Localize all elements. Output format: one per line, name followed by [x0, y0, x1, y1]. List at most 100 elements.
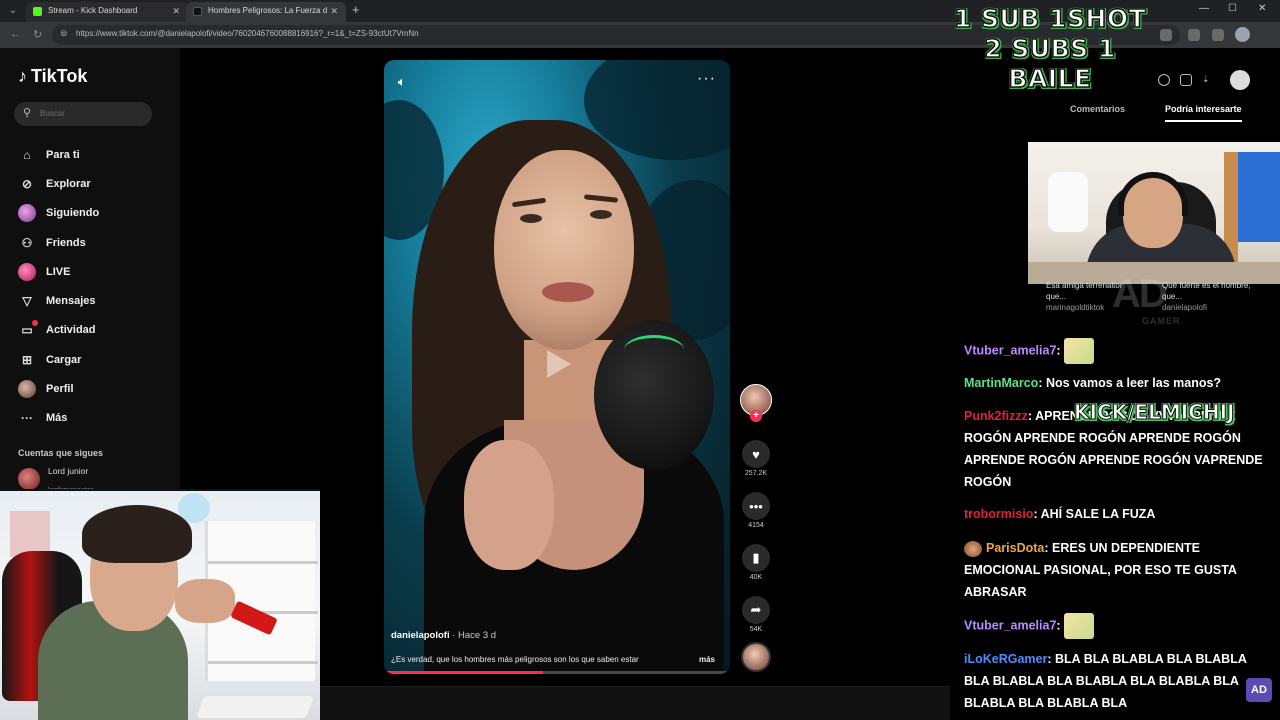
share-count: 54K: [749, 626, 763, 633]
reload-icon[interactable]: ↻: [33, 28, 42, 41]
music-disc[interactable]: [741, 642, 771, 672]
messages-icon: ▽: [22, 294, 32, 309]
more-options-icon[interactable]: ···: [697, 70, 716, 88]
heart-icon: ♥: [742, 440, 770, 468]
ad-logo-icon: AD: [1246, 678, 1272, 702]
tab-close-icon[interactable]: ✕: [172, 2, 180, 20]
headphones: [1118, 172, 1188, 216]
device-icon[interactable]: [1180, 74, 1192, 86]
woman-eye: [590, 210, 612, 219]
notification-badge: [32, 319, 38, 326]
sidebar-item-actividad[interactable]: ▭ Actividad: [18, 316, 99, 345]
room-lamp: [1048, 172, 1088, 232]
new-tab-button[interactable]: +: [352, 2, 360, 17]
chat-username: ParisDota: [986, 541, 1045, 555]
play-icon[interactable]: [547, 350, 571, 378]
sidebar-item-mas[interactable]: ··· Más: [18, 404, 99, 433]
extension-icon[interactable]: [1188, 29, 1200, 41]
followed-account-avatar: [18, 468, 40, 490]
tiktok-favicon-icon: [193, 7, 202, 16]
bookmark-icon: ▮: [742, 544, 770, 572]
site-info-icon[interactable]: ⊜: [60, 28, 68, 39]
chat-username: trobormisio: [964, 507, 1034, 521]
sidebar-item-friends[interactable]: ⚇ Friends: [18, 228, 99, 257]
right-tabs: Comentarios Podría interesarte: [1040, 104, 1280, 128]
search-input[interactable]: ⚲ Buscar: [14, 102, 152, 126]
video-progress-bar[interactable]: [384, 671, 730, 674]
suggestion-item[interactable]: Qué fuerte es el hombre, que... danielap…: [1162, 280, 1257, 313]
chat-text: AHÍ SALE LA FUZA: [1040, 507, 1156, 521]
streamer-hair: [82, 505, 192, 563]
sidebar-item-siguiendo[interactable]: Siguiendo: [18, 199, 99, 228]
maximize-button[interactable]: ☐: [1228, 3, 1237, 14]
following-avatar-icon: [18, 204, 36, 223]
author-name[interactable]: danielapolofi: [391, 630, 450, 641]
settings-icon[interactable]: [1158, 74, 1170, 86]
chat-text: Nos vamos a leer las manos?: [1045, 376, 1222, 390]
sidebar-item-mensajes[interactable]: ▽ Mensajes: [18, 286, 99, 315]
user-badge-icon: [964, 540, 982, 557]
browser-profile-avatar[interactable]: [1235, 27, 1250, 42]
friends-icon: ⚇: [21, 235, 33, 250]
tab-comentarios[interactable]: Comentarios: [1070, 104, 1125, 120]
sidebar-item-explorar[interactable]: ⊘ Explorar: [18, 169, 99, 198]
sidebar-item-label: Perfil: [46, 383, 74, 396]
comment-button[interactable]: ••• 4154: [740, 492, 772, 529]
favorites-icon[interactable]: [1212, 29, 1224, 41]
chat-emote-icon: [1064, 613, 1095, 639]
tab-podria-interesarte[interactable]: Podría interesarte: [1165, 104, 1242, 122]
tiktok-note-icon: ♪: [18, 66, 27, 86]
search-icon: ⚲: [23, 107, 32, 119]
follow-plus-icon[interactable]: +: [750, 410, 762, 422]
video-player[interactable]: 🔈︎ ··· danielapolofi · Hace 3 d ¿Es verd…: [384, 60, 730, 674]
woman-eye: [520, 214, 542, 223]
keyboard: [195, 696, 315, 718]
sidebar-item-perfil[interactable]: Perfil: [18, 374, 99, 403]
followed-account-name: Lord junior: [48, 466, 89, 476]
chat-username: Vtuber_amelia7: [964, 343, 1057, 358]
sidebar-item-cargar[interactable]: ⊞ Cargar: [18, 345, 99, 374]
user-avatar[interactable]: [1230, 70, 1250, 90]
followed-account[interactable]: Lord junior lordjrmoneator: [18, 466, 93, 494]
search-placeholder: Buscar: [40, 109, 65, 118]
tab-title: Hombres Peligrosos: La Fuerza d: [208, 6, 328, 15]
chat-username: iLoKeRGamer: [964, 652, 1048, 666]
download-icon[interactable]: ⇣: [1202, 74, 1214, 86]
woman-face: [494, 150, 634, 350]
chat-message: ParisDota: ERES UN DEPENDIENTE EMOCIONAL…: [964, 540, 1237, 599]
sub-goal-line-1: 1 SUB 1SHOT: [953, 3, 1147, 34]
volume-icon[interactable]: 🔈︎: [398, 74, 406, 90]
sidebar-item-live[interactable]: LIVE: [18, 257, 99, 286]
room-window: [1238, 152, 1280, 242]
sub-goal-overlay: 1 SUB 1SHOT 2 SUBS 1 BAILE: [950, 3, 1150, 94]
tab-tiktok-video[interactable]: Hombres Peligrosos: La Fuerza d ✕: [186, 2, 346, 22]
sidebar-item-label: Siguiendo: [46, 207, 100, 220]
close-window-button[interactable]: ✕: [1258, 3, 1266, 14]
tab-kick-dashboard[interactable]: Stream - Kick Dashboard ✕: [26, 2, 188, 22]
sub-goal-line-2: 2 SUBS 1 BAILE: [983, 33, 1116, 94]
chat-emote-icon: [1064, 338, 1095, 364]
streamer-webcam-left: [0, 489, 320, 720]
save-button[interactable]: ▮ 40K: [740, 544, 772, 581]
suggestion-title: Qué fuerte es el hombre, que...: [1162, 281, 1251, 301]
suggestion-author: danielapolofi: [1162, 303, 1207, 312]
share-button[interactable]: ➦ 54K: [740, 596, 772, 633]
caption-more-link[interactable]: más: [699, 655, 715, 664]
profile-avatar-icon: [18, 380, 36, 399]
sidebar-item-label: Explorar: [46, 177, 91, 190]
sidebar-item-label: Cargar: [46, 353, 82, 366]
tab-close-icon[interactable]: ✕: [330, 2, 338, 20]
like-button[interactable]: ♥ 257.2K: [740, 440, 772, 477]
chat-message: trobormisio: AHÍ SALE LA FUZA: [964, 507, 1156, 521]
star-bookmark-icon[interactable]: [1160, 29, 1172, 41]
back-icon[interactable]: ←: [10, 28, 21, 40]
sidebar-item-para-ti[interactable]: ⌂ Para ti: [18, 140, 99, 169]
sidebar-item-label: Actividad: [46, 324, 96, 337]
chat-message: iLoKeRGamer: BLA BLA BLABLA BLA BLABLA B…: [964, 652, 1247, 710]
minimize-button[interactable]: —: [1199, 3, 1209, 14]
tiktok-logo[interactable]: ♪ TikTok: [18, 66, 87, 87]
video-author: danielapolofi · Hace 3 d: [391, 630, 496, 641]
tab-search-chevron-icon[interactable]: ⌄: [4, 3, 22, 19]
chat-message: MartinMarco: Nos vamos a leer las manos?: [964, 376, 1222, 390]
sidebar-item-label: Más: [46, 412, 68, 425]
